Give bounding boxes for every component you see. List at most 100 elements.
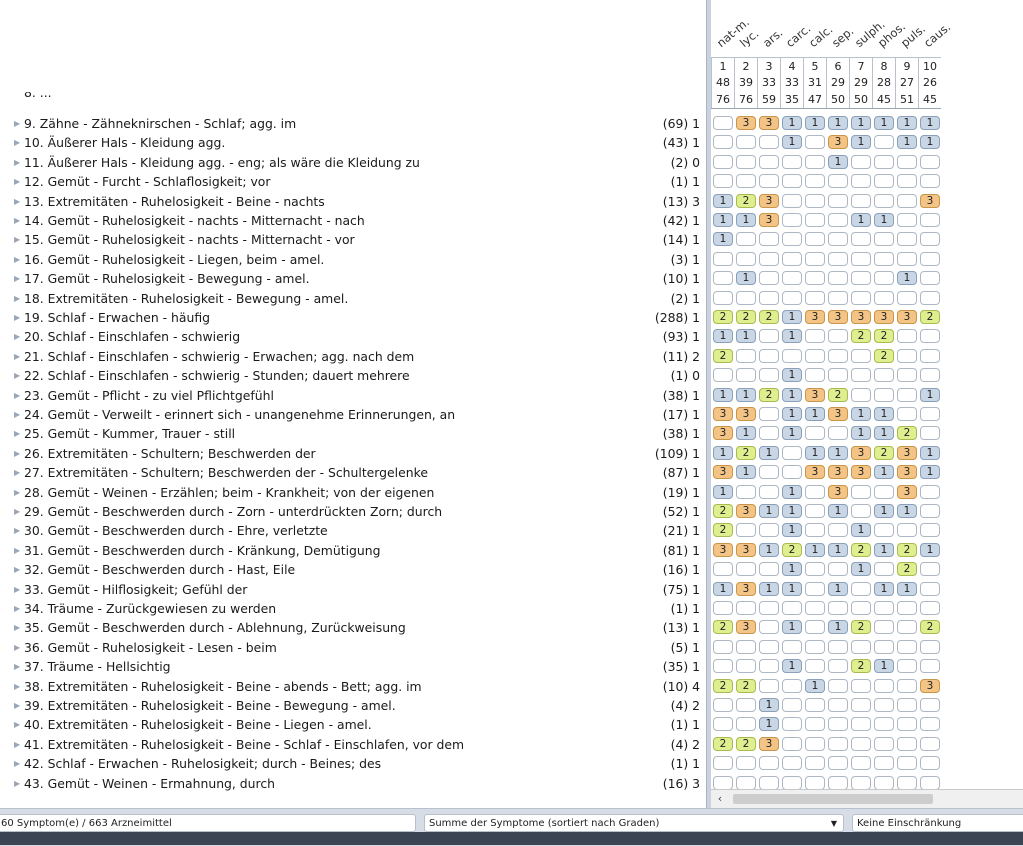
grade-cell[interactable] (736, 174, 756, 189)
grade-cell[interactable]: 3 (759, 193, 779, 208)
grade-cell[interactable]: 2 (713, 736, 733, 751)
grade-cell[interactable] (805, 213, 825, 227)
triangle-right-icon[interactable]: ▶ (14, 386, 24, 405)
triangle-right-icon[interactable]: ▶ (14, 677, 24, 696)
grade-cell[interactable] (759, 271, 779, 286)
grade-cell[interactable] (920, 562, 940, 577)
grade-cell[interactable] (713, 639, 733, 654)
grade-cell[interactable] (897, 407, 917, 421)
grade-cell[interactable] (851, 387, 871, 402)
grade-cell[interactable]: 3 (713, 426, 733, 441)
grade-cell[interactable] (874, 251, 894, 266)
grade-cell[interactable] (759, 251, 779, 266)
grade-cell[interactable]: 3 (736, 620, 756, 635)
grade-cell[interactable] (828, 271, 848, 286)
grade-cell[interactable]: 2 (874, 348, 894, 363)
grade-cell[interactable] (713, 135, 733, 150)
grade-cell[interactable]: 3 (805, 387, 825, 402)
grade-cell[interactable]: 3 (736, 542, 756, 557)
grade-cell[interactable]: 1 (805, 116, 825, 130)
grade-cell[interactable] (874, 368, 894, 383)
grade-cell[interactable] (759, 639, 779, 654)
grade-cell[interactable]: 3 (828, 135, 848, 150)
grade-cell[interactable] (805, 581, 825, 596)
grade-cell[interactable] (713, 154, 733, 169)
grade-cell[interactable] (874, 290, 894, 305)
grade-cell[interactable] (713, 251, 733, 266)
grade-cell[interactable] (713, 290, 733, 305)
grade-cell[interactable] (897, 251, 917, 266)
symptom-row[interactable]: ▶ 42. Schlaf - Erwachen - Ruhelosigkeit; … (0, 754, 706, 773)
grade-cell[interactable] (851, 290, 871, 305)
grade-cell[interactable]: 1 (713, 213, 733, 227)
grade-cell[interactable] (782, 445, 802, 460)
grade-cell[interactable] (874, 775, 894, 790)
grade-cell[interactable] (782, 232, 802, 247)
grade-cell[interactable] (920, 698, 940, 712)
grade-cell[interactable]: 1 (874, 659, 894, 674)
grade-cell[interactable] (851, 717, 871, 732)
symptom-row[interactable]: ▶ 29. Gemüt - Beschwerden durch - Zorn - … (0, 502, 706, 521)
grade-cell[interactable]: 1 (828, 116, 848, 130)
grade-cell[interactable] (874, 678, 894, 693)
triangle-right-icon[interactable]: ▶ (14, 754, 24, 773)
grade-cell[interactable]: 1 (920, 445, 940, 460)
grade-cell[interactable] (805, 756, 825, 771)
grade-cell[interactable]: 3 (759, 736, 779, 751)
grade-cell[interactable]: 1 (782, 484, 802, 499)
grade-cell[interactable] (920, 154, 940, 169)
grade-cell[interactable]: 2 (828, 387, 848, 402)
grade-cell[interactable] (828, 193, 848, 208)
grade-cell[interactable] (920, 174, 940, 189)
grade-cell[interactable]: 1 (782, 581, 802, 596)
grade-cell[interactable]: 1 (759, 504, 779, 518)
grade-cell[interactable] (782, 290, 802, 305)
grade-cell[interactable] (828, 639, 848, 654)
grade-cell[interactable]: 1 (874, 504, 894, 518)
grade-cell[interactable] (874, 717, 894, 732)
grade-cell[interactable]: 1 (828, 504, 848, 518)
grade-cell[interactable]: 1 (851, 116, 871, 130)
symptom-row[interactable]: ▶ 38. Extremitäten - Ruhelosigkeit - Bein… (0, 677, 706, 696)
chevron-down-icon[interactable]: ▼ (831, 815, 837, 831)
grade-cell[interactable]: 3 (805, 310, 825, 324)
grade-cell[interactable]: 1 (782, 620, 802, 635)
grade-cell[interactable]: 2 (897, 562, 917, 577)
grade-cell[interactable]: 1 (782, 562, 802, 577)
symptom-row[interactable]: ▶ 20. Schlaf - Einschlafen - schwierig (93… (0, 327, 706, 346)
grade-cell[interactable]: 2 (713, 678, 733, 693)
grade-cell[interactable] (874, 562, 894, 577)
symptom-row[interactable]: ▶ 21. Schlaf - Einschlafen - schwierig - … (0, 347, 706, 366)
grade-cell[interactable] (897, 232, 917, 247)
grade-cell[interactable] (759, 678, 779, 693)
grade-cell[interactable] (897, 659, 917, 674)
grade-cell[interactable]: 3 (759, 213, 779, 227)
grade-cell[interactable] (897, 620, 917, 635)
triangle-right-icon[interactable]: ▶ (14, 580, 24, 599)
grade-cell[interactable] (828, 717, 848, 732)
triangle-right-icon[interactable]: ▶ (14, 250, 24, 269)
grade-cell[interactable] (851, 193, 871, 208)
grade-cell[interactable] (874, 620, 894, 635)
triangle-right-icon[interactable]: ▶ (14, 308, 24, 327)
symptom-row[interactable]: ▶ 34. Träume - Zurückgewiesen zu werden (1… (0, 599, 706, 618)
grade-cell[interactable] (851, 698, 871, 712)
grade-cell[interactable] (759, 407, 779, 421)
grade-cell[interactable]: 1 (828, 581, 848, 596)
grade-cell[interactable]: 1 (805, 678, 825, 693)
grade-cell[interactable] (897, 756, 917, 771)
grade-cell[interactable]: 1 (713, 387, 733, 402)
grade-cell[interactable]: 1 (713, 484, 733, 499)
grade-cell[interactable]: 1 (828, 542, 848, 557)
grade-cell[interactable]: 1 (851, 523, 871, 538)
grade-cell[interactable] (874, 232, 894, 247)
grade-cell[interactable]: 2 (736, 736, 756, 751)
grade-cell[interactable] (759, 620, 779, 635)
grade-cell[interactable] (736, 756, 756, 771)
triangle-right-icon[interactable]: ▶ (14, 172, 24, 191)
grade-cell[interactable] (759, 659, 779, 674)
grade-cell[interactable] (782, 698, 802, 712)
grade-cell[interactable] (828, 659, 848, 674)
grade-cell[interactable] (920, 426, 940, 441)
grade-cell[interactable] (805, 562, 825, 577)
